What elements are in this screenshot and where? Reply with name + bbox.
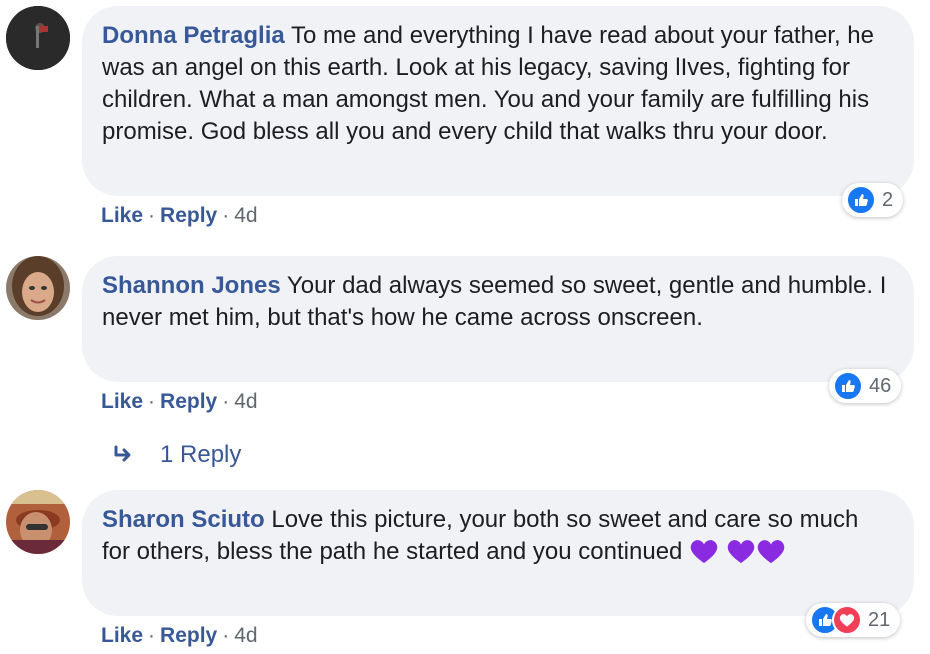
- comment-author[interactable]: Sharon Sciuto: [102, 506, 265, 533]
- reaction-count: 21: [868, 608, 891, 631]
- like-link[interactable]: Like: [101, 204, 143, 227]
- reply-link[interactable]: Reply: [160, 204, 217, 227]
- reaction-count: 46: [869, 374, 892, 397]
- reaction-summary[interactable]: 21: [806, 603, 901, 637]
- comment-author[interactable]: Donna Petraglia: [102, 22, 285, 49]
- comment-author[interactable]: Shannon Jones: [102, 272, 281, 299]
- like-icon: [833, 371, 863, 401]
- separator: ·: [222, 204, 230, 227]
- reply-link[interactable]: Reply: [160, 390, 217, 413]
- avatar[interactable]: [6, 6, 70, 70]
- separator: ·: [148, 624, 156, 647]
- replies-count-label[interactable]: 1 Reply: [160, 441, 241, 469]
- love-icon: [832, 605, 862, 635]
- comment-bubble: Shannon Jones Your dad always seemed so …: [82, 256, 914, 382]
- purple-heart-icon: [757, 540, 784, 564]
- separator: ·: [222, 390, 230, 413]
- avatar[interactable]: [6, 256, 70, 320]
- reaction-summary[interactable]: 46: [829, 369, 902, 403]
- comment-actions: Like · Reply · 4d: [101, 388, 258, 416]
- separator: ·: [222, 624, 230, 647]
- timestamp[interactable]: 4d: [234, 204, 257, 227]
- like-link[interactable]: Like: [101, 390, 143, 413]
- comment-actions: Like · Reply · 4d: [101, 202, 258, 230]
- reaction-summary[interactable]: 2: [842, 183, 904, 217]
- view-replies-link[interactable]: 1 Reply: [112, 441, 241, 469]
- timestamp[interactable]: 4d: [234, 390, 257, 413]
- purple-heart-icon: [727, 540, 754, 564]
- purple-heart-icon: [690, 540, 718, 564]
- separator: ·: [148, 390, 156, 413]
- comment-bubble: Sharon Sciuto Love this picture, your bo…: [82, 490, 914, 616]
- reaction-count: 2: [882, 188, 894, 211]
- comment-bubble: Donna Petraglia To me and everything I h…: [82, 6, 914, 196]
- like-link[interactable]: Like: [101, 624, 143, 647]
- timestamp[interactable]: 4d: [234, 624, 257, 647]
- comment-actions: Like · Reply · 4d: [101, 622, 258, 650]
- like-icon: [846, 185, 876, 215]
- avatar[interactable]: [6, 490, 70, 554]
- reply-link[interactable]: Reply: [160, 624, 217, 647]
- reply-arrow-icon: [114, 445, 131, 462]
- separator: ·: [148, 204, 156, 227]
